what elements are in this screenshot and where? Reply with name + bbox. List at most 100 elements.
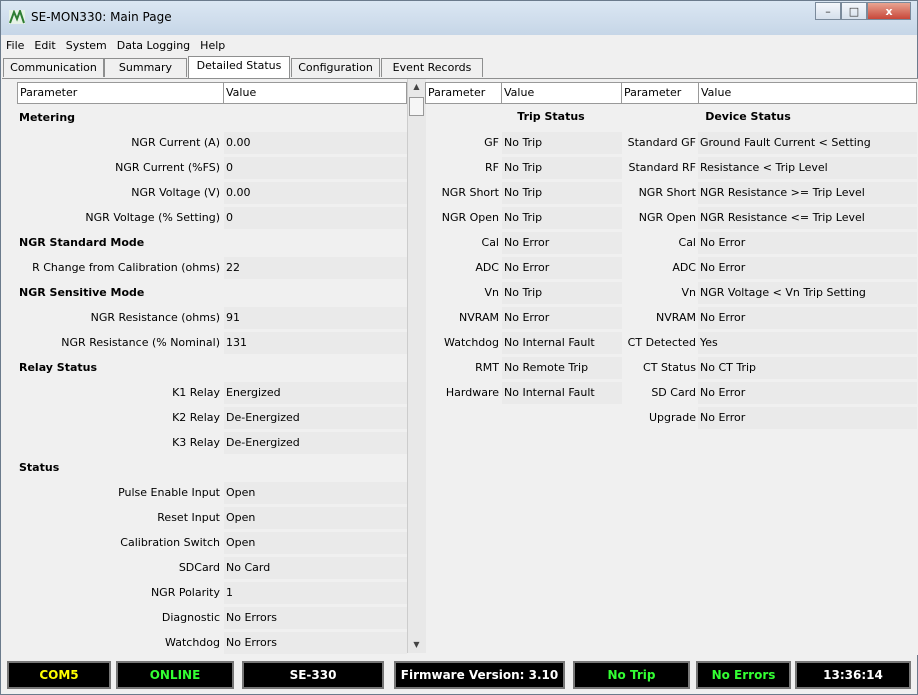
section-header: Metering (19, 111, 76, 124)
table-row[interactable]: Standard RF Resistance < Trip Level (621, 156, 917, 180)
row-parameter: NGR Polarity (150, 586, 220, 599)
table-row[interactable]: GF No Trip (425, 131, 622, 155)
row-parameter: NGR Current (%FS) (115, 161, 220, 174)
row-value: Open (224, 507, 407, 529)
maximize-button[interactable]: □ (841, 2, 867, 20)
table-row[interactable]: Diagnostic No Errors (17, 606, 407, 630)
table-row[interactable]: NGR Voltage (% Setting) 0 (17, 206, 407, 230)
table-row[interactable]: Pulse Enable Input Open (17, 481, 407, 505)
table-row[interactable]: K3 Relay De-Energized (17, 431, 407, 455)
status-trip: No Trip (573, 661, 690, 689)
table-row[interactable]: RF No Trip (425, 156, 622, 180)
table-row[interactable]: RMT No Remote Trip (425, 356, 622, 380)
row-parameter: Calibration Switch (120, 536, 220, 549)
menu-help[interactable]: Help (195, 39, 230, 52)
menu-data-logging[interactable]: Data Logging (112, 39, 195, 52)
row-parameter: Watchdog (444, 336, 499, 349)
trip-status-title: Trip Status (517, 110, 585, 123)
table-row[interactable]: NGR Current (A) 0.00 (17, 131, 407, 155)
left-table-scrollbar[interactable]: ▲ ▼ (407, 79, 426, 653)
title-bar[interactable]: SE-MON330: Main Page – □ x (1, 1, 917, 35)
trip-header-parameter[interactable]: Parameter (425, 82, 502, 104)
table-row[interactable]: NGR Resistance (% Nominal) 131 (17, 331, 407, 355)
table-row[interactable]: NGR Open NGR Resistance <= Trip Level (621, 206, 917, 230)
table-row[interactable]: NVRAM No Error (621, 306, 917, 330)
table-row[interactable]: SD Card No Error (621, 381, 917, 405)
table-row[interactable]: CT Detected Yes (621, 331, 917, 355)
scrollbar-thumb[interactable] (409, 97, 424, 116)
table-row[interactable]: Cal No Error (621, 231, 917, 255)
scroll-down-icon[interactable]: ▼ (408, 637, 425, 653)
minimize-button[interactable]: – (815, 2, 841, 20)
row-value: 0 (224, 207, 407, 229)
row-value: De-Energized (224, 432, 407, 454)
row-parameter: NVRAM (459, 311, 499, 324)
table-row[interactable]: NGR Polarity 1 (17, 581, 407, 605)
row-value: No Trip (502, 207, 622, 229)
trip-header-value[interactable]: Value (501, 82, 622, 104)
menu-file[interactable]: File (1, 39, 29, 52)
row-value: De-Energized (224, 407, 407, 429)
row-parameter: SD Card (651, 386, 696, 399)
table-row[interactable]: K1 Relay Energized (17, 381, 407, 405)
row-value: Open (224, 482, 407, 504)
row-value: 91 (224, 307, 407, 329)
row-parameter: Cal (481, 236, 499, 249)
tab-detailed-status[interactable]: Detailed Status (188, 56, 290, 78)
menu-edit[interactable]: Edit (29, 39, 60, 52)
row-value: No Trip (502, 157, 622, 179)
row-parameter: Watchdog (165, 636, 220, 649)
tab-communication[interactable]: Communication (3, 58, 104, 77)
row-parameter: NGR Current (A) (131, 136, 220, 149)
tab-summary[interactable]: Summary (104, 58, 187, 77)
row-parameter: Vn (484, 286, 500, 299)
table-row[interactable]: R Change from Calibration (ohms) 22 (17, 256, 407, 280)
app-logo-icon (9, 10, 25, 24)
row-value: No Error (698, 382, 917, 404)
main-window: SE-MON330: Main Page – □ x File Edit Sys… (0, 0, 918, 695)
tab-event-records[interactable]: Event Records (381, 58, 483, 77)
close-button[interactable]: x (867, 2, 911, 20)
table-row[interactable]: Vn No Trip (425, 281, 622, 305)
status-com-port: COM5 (7, 661, 111, 689)
table-row[interactable]: NGR Short NGR Resistance >= Trip Level (621, 181, 917, 205)
table-row[interactable]: NVRAM No Error (425, 306, 622, 330)
table-row[interactable]: Cal No Error (425, 231, 622, 255)
table-row[interactable]: Standard GF Ground Fault Current < Settin… (621, 131, 917, 155)
table-row[interactable]: NGR Resistance (ohms) 91 (17, 306, 407, 330)
table-row[interactable]: Watchdog No Internal Fault (425, 331, 622, 355)
left-header-value[interactable]: Value (223, 82, 407, 104)
table-row[interactable]: Reset Input Open (17, 506, 407, 530)
row-value: No Error (502, 232, 622, 254)
tab-configuration[interactable]: Configuration (291, 58, 380, 77)
row-value: No Remote Trip (502, 357, 622, 379)
row-value: No Error (698, 232, 917, 254)
row-value: Open (224, 532, 407, 554)
table-row[interactable]: Hardware No Internal Fault (425, 381, 622, 405)
table-row[interactable]: NGR Current (%FS) 0 (17, 156, 407, 180)
table-row[interactable]: Vn NGR Voltage < Vn Trip Setting (621, 281, 917, 305)
row-value: 0.00 (224, 182, 407, 204)
left-header-parameter[interactable]: Parameter (17, 82, 224, 104)
row-value: No CT Trip (698, 357, 917, 379)
table-row[interactable]: NGR Short No Trip (425, 181, 622, 205)
table-row[interactable]: Watchdog No Errors (17, 631, 407, 655)
row-value: No Errors (224, 632, 407, 654)
menu-system[interactable]: System (61, 39, 112, 52)
table-row[interactable]: ADC No Error (425, 256, 622, 280)
scroll-up-icon[interactable]: ▲ (408, 79, 425, 95)
device-header-value[interactable]: Value (698, 82, 917, 104)
row-parameter: SDCard (178, 561, 220, 574)
table-row[interactable]: Calibration Switch Open (17, 531, 407, 555)
table-row[interactable]: NGR Open No Trip (425, 206, 622, 230)
table-row[interactable]: SDCard No Card (17, 556, 407, 580)
row-value: No Error (502, 307, 622, 329)
table-row[interactable]: K2 Relay De-Energized (17, 406, 407, 430)
table-row[interactable]: ADC No Error (621, 256, 917, 280)
device-header-parameter[interactable]: Parameter (621, 82, 699, 104)
row-parameter: K1 Relay (172, 386, 220, 399)
row-parameter: Diagnostic (161, 611, 220, 624)
table-row[interactable]: Upgrade No Error (621, 406, 917, 430)
table-row[interactable]: NGR Voltage (V) 0.00 (17, 181, 407, 205)
table-row[interactable]: CT Status No CT Trip (621, 356, 917, 380)
